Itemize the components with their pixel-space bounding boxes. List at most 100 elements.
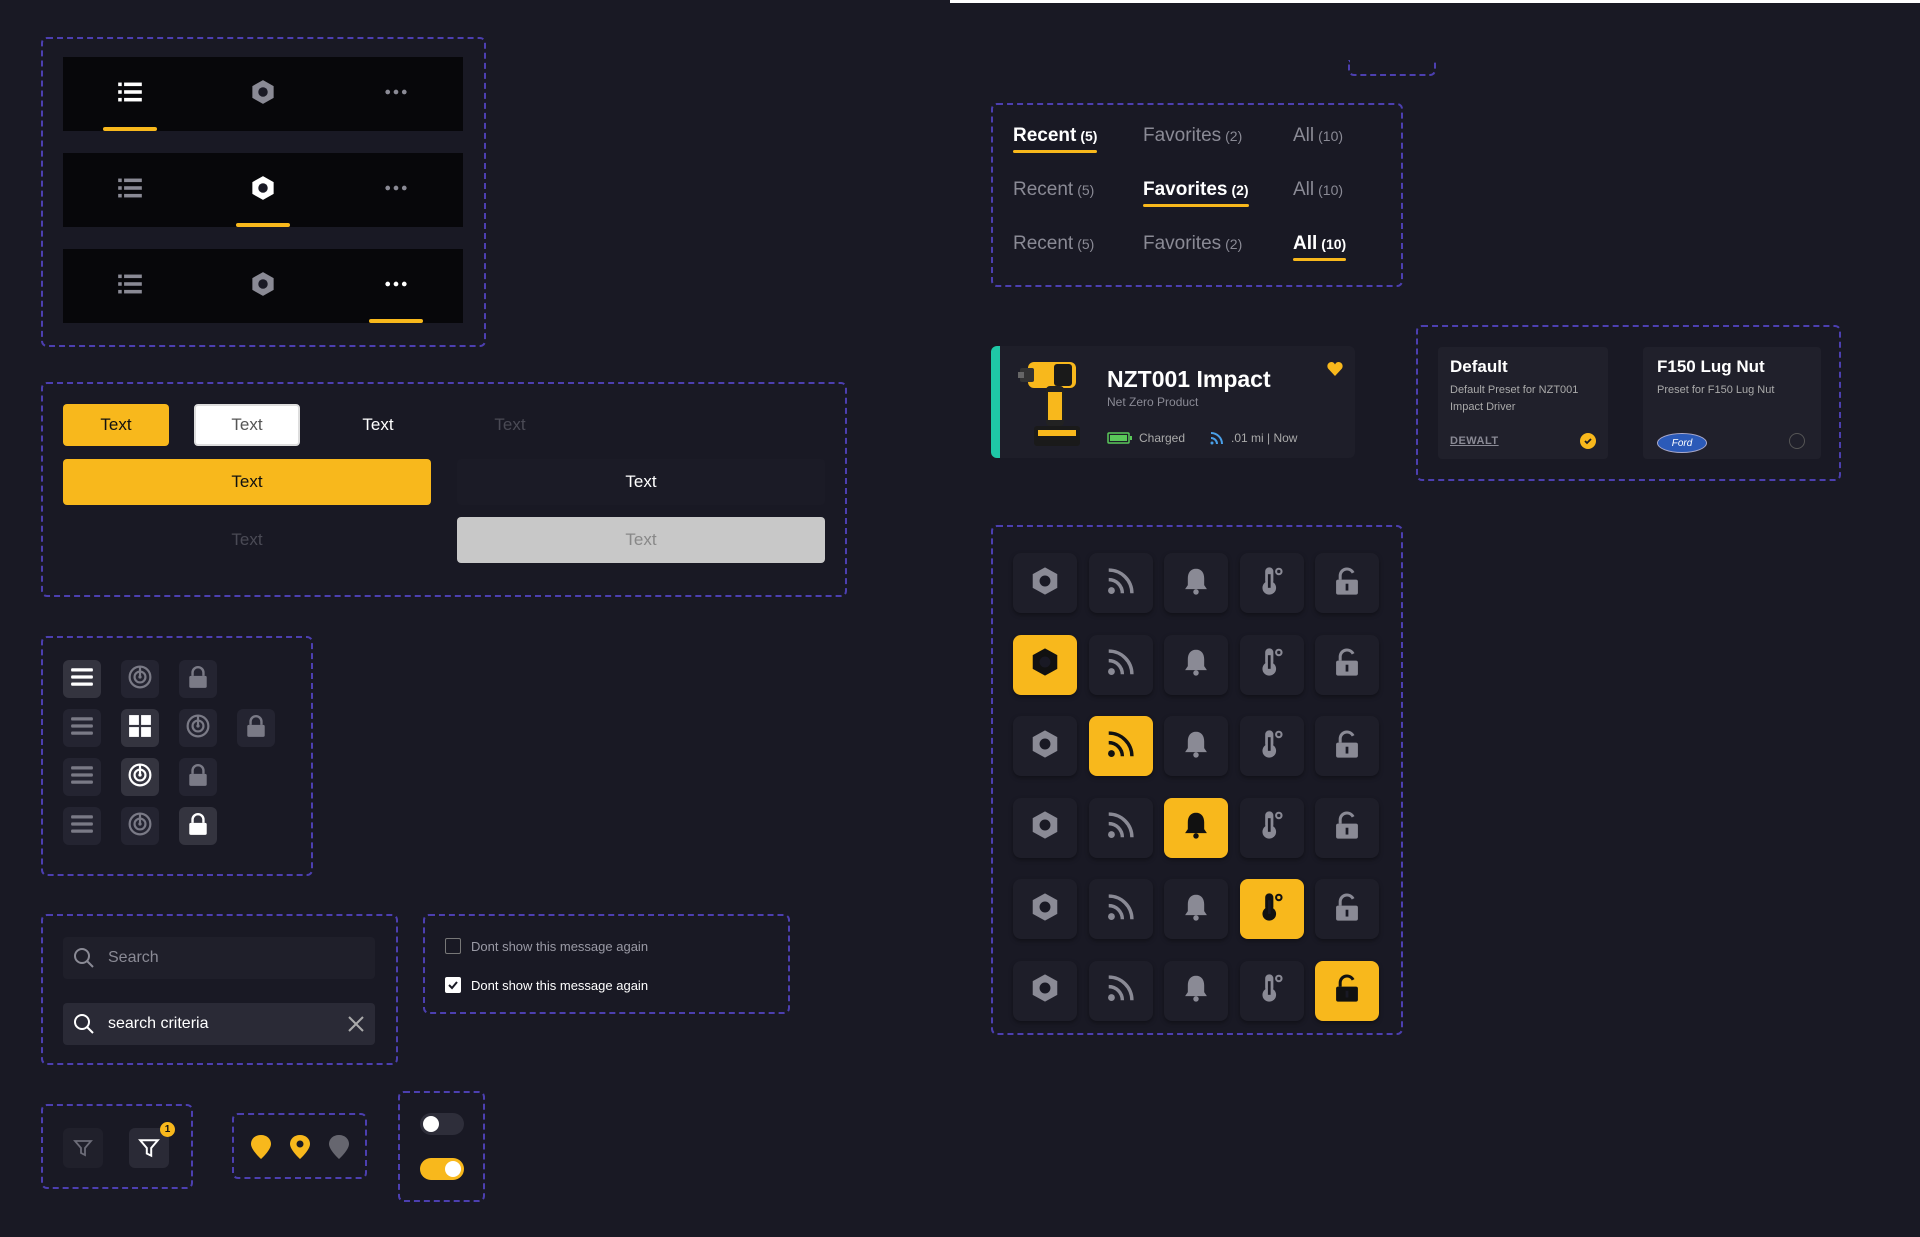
search-input-empty[interactable]: Search — [63, 937, 375, 979]
pin-icon-filled[interactable] — [251, 1135, 271, 1159]
grid-icon-button[interactable] — [121, 709, 159, 747]
menu-icon-button[interactable] — [63, 660, 101, 698]
filter-tab-recent[interactable]: Recent (5) — [1013, 233, 1094, 261]
toggle-on[interactable] — [420, 1158, 464, 1180]
heart-icon[interactable] — [1327, 362, 1343, 376]
primary-button-wide[interactable]: Text — [63, 459, 431, 505]
text-button-small[interactable]: Text — [325, 404, 431, 446]
filter-tab-recent[interactable]: Recent (5) — [1013, 125, 1098, 153]
filter-tab-favorites[interactable]: Favorites (2) — [1143, 125, 1242, 153]
thermometer-state-button[interactable] — [1239, 960, 1304, 1021]
bell-state-button[interactable] — [1164, 716, 1228, 776]
tab-list[interactable] — [63, 249, 196, 323]
lock-icon-button[interactable] — [179, 660, 217, 698]
pin-icon-inactive[interactable] — [329, 1135, 349, 1159]
search-input-filled[interactable]: search criteria — [63, 1003, 375, 1045]
unlock-state-button[interactable] — [1315, 797, 1379, 858]
radar-icon-button[interactable] — [179, 709, 217, 747]
unlock-state-button[interactable] — [1315, 634, 1379, 695]
checkbox-row-checked[interactable]: Dont show this message again — [445, 977, 648, 993]
thermometer-state-button[interactable] — [1239, 797, 1304, 858]
bell-state-button[interactable] — [1164, 553, 1228, 613]
radar-icon-button[interactable] — [121, 807, 159, 845]
thermometer-state-button[interactable] — [1239, 879, 1304, 939]
pin-icon-active[interactable] — [290, 1135, 310, 1159]
radar-icon-button[interactable] — [121, 758, 159, 796]
lock-icon-button[interactable] — [237, 709, 275, 747]
menu-icon-button[interactable] — [63, 807, 101, 845]
filter-button[interactable] — [63, 1128, 103, 1168]
rss-state-button[interactable] — [1088, 960, 1153, 1021]
unlock-state-button[interactable] — [1315, 716, 1379, 776]
lock-icon-button[interactable] — [179, 807, 217, 845]
rss-state-button[interactable] — [1088, 553, 1153, 613]
tab-more[interactable] — [330, 249, 463, 323]
checkbox-checked[interactable] — [445, 977, 461, 993]
tab-hexagon[interactable] — [196, 249, 329, 323]
thermometer-state-button[interactable] — [1239, 716, 1304, 776]
selected-check-icon[interactable] — [1580, 433, 1596, 449]
tab-more[interactable] — [330, 57, 463, 131]
grey-button-wide[interactable]: Text — [457, 517, 825, 563]
tab-hexagon[interactable] — [196, 153, 329, 227]
filter-tab-recent[interactable]: Recent (5) — [1013, 179, 1094, 207]
thermometer-state-button[interactable] — [1239, 634, 1304, 695]
menu-icon-button[interactable] — [63, 758, 101, 796]
tool-card[interactable]: NZT001 Impact Net Zero Product Charged .… — [991, 346, 1355, 458]
unlock-state-button[interactable] — [1315, 553, 1379, 613]
rss-state-button[interactable] — [1088, 634, 1153, 695]
secondary-button-small[interactable]: Text — [194, 404, 300, 446]
filter-tab-all[interactable]: All (10) — [1293, 233, 1347, 261]
rss-state-button[interactable] — [1088, 797, 1153, 858]
filter-tab-favorites[interactable]: Favorites (2) — [1143, 179, 1249, 207]
hexagon-state-button[interactable] — [1013, 797, 1077, 858]
checkbox-unchecked[interactable] — [445, 938, 461, 954]
list-icon — [117, 175, 143, 206]
filter-tab-all[interactable]: All (10) — [1293, 125, 1343, 153]
lock-icon-button[interactable] — [179, 758, 217, 796]
unlock-state-button[interactable] — [1315, 960, 1379, 1021]
bell-icon — [1181, 810, 1211, 845]
hexagon-state-button[interactable] — [1013, 716, 1077, 776]
preset-card-f150[interactable]: F150 Lug Nut Preset for F150 Lug Nut For… — [1643, 347, 1821, 459]
filter-tab-count: (5) — [1077, 182, 1095, 198]
tab-hexagon[interactable] — [196, 57, 329, 131]
bell-state-button[interactable] — [1164, 960, 1228, 1021]
hexagon-state-button[interactable] — [1013, 553, 1077, 613]
filter-tab-label: All — [1293, 233, 1318, 254]
filter-button-active[interactable]: 1 — [129, 1122, 175, 1168]
radar-icon-button[interactable] — [121, 660, 159, 698]
filter-tab-label: All — [1293, 125, 1315, 146]
bell-state-button[interactable] — [1164, 797, 1228, 858]
unlock-state-button[interactable] — [1315, 879, 1379, 939]
clear-icon[interactable] — [347, 1015, 365, 1033]
tab-list[interactable] — [63, 57, 196, 131]
bell-icon — [1181, 892, 1211, 927]
filter-tab-all[interactable]: All (10) — [1293, 179, 1343, 207]
checkbox-row-unchecked[interactable]: Dont show this message again — [445, 938, 648, 954]
rss-state-button[interactable] — [1088, 879, 1153, 939]
hexagon-state-button[interactable] — [1013, 879, 1077, 939]
rss-icon — [1106, 810, 1136, 845]
rss-icon — [1106, 973, 1136, 1008]
dark-button-wide[interactable]: Text — [457, 459, 825, 505]
rss-icon — [1106, 647, 1136, 682]
tab-more[interactable] — [330, 153, 463, 227]
hexagon-state-button[interactable] — [1013, 634, 1077, 695]
lock-icon — [244, 714, 268, 743]
hexagon-state-button[interactable] — [1013, 960, 1077, 1021]
tab-list[interactable] — [63, 153, 196, 227]
thermometer-state-button[interactable] — [1239, 553, 1304, 613]
rss-state-button[interactable] — [1088, 716, 1153, 776]
toggle-knob — [445, 1161, 461, 1177]
bell-state-button[interactable] — [1164, 879, 1228, 939]
menu-icon-button[interactable] — [63, 709, 101, 747]
bell-state-button[interactable] — [1164, 634, 1228, 695]
toggle-off[interactable] — [420, 1113, 464, 1135]
filter-tab-label: Recent — [1013, 179, 1074, 200]
active-tab-indicator — [1293, 258, 1347, 261]
filter-tab-favorites[interactable]: Favorites (2) — [1143, 233, 1242, 261]
unselected-radio[interactable] — [1789, 433, 1805, 449]
primary-button-small[interactable]: Text — [63, 404, 169, 446]
preset-card-default[interactable]: Default Default Preset for NZT001 Impact… — [1438, 347, 1608, 459]
